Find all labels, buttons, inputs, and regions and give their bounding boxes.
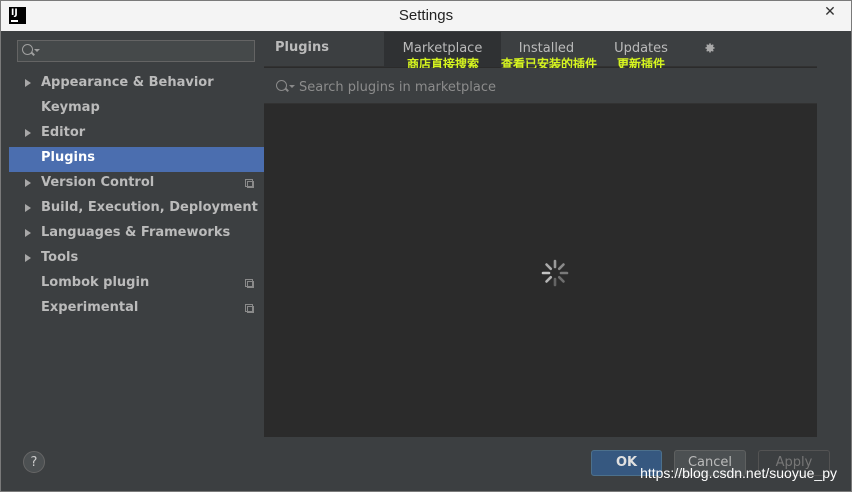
watermark-url: https://blog.csdn.net/suoyue_py	[640, 465, 837, 481]
sidebar-item-experimental[interactable]: Experimental	[9, 297, 264, 322]
plugin-search-input[interactable]	[297, 76, 801, 98]
sidebar-item-keymap[interactable]: Keymap	[9, 97, 264, 122]
page-title: Plugins	[275, 40, 329, 55]
gear-icon[interactable]	[704, 42, 716, 54]
expand-arrow-icon[interactable]	[25, 229, 31, 237]
tab-label: Marketplace	[402, 41, 483, 56]
expand-arrow-icon[interactable]	[25, 129, 31, 137]
sidebar-item-label: Plugins	[41, 150, 95, 165]
sidebar-item-appearance-behavior[interactable]: Appearance & Behavior	[9, 72, 264, 97]
sidebar-item-languages-frameworks[interactable]: Languages & Frameworks	[9, 222, 264, 247]
loading-spinner-icon	[541, 259, 569, 287]
title-bar: IJ Settings ✕	[1, 1, 851, 31]
project-settings-icon	[245, 179, 254, 188]
expand-arrow-icon[interactable]	[25, 254, 31, 262]
sidebar-item-version-control[interactable]: Version Control	[9, 172, 264, 197]
sidebar-item-tools[interactable]: Tools	[9, 247, 264, 272]
tab-label: Installed	[518, 41, 575, 56]
search-icon	[276, 80, 287, 91]
sidebar-item-label: Lombok plugin	[41, 275, 150, 290]
search-icon	[22, 44, 33, 55]
dialog-footer: ? OK Cancel Apply https://blog.csdn.net/…	[9, 437, 845, 487]
expand-arrow-icon[interactable]	[25, 179, 31, 187]
plugins-panel: Plugins Marketplace Installed Updates 商店…	[264, 32, 817, 437]
sidebar-item-label: Version Control	[41, 175, 155, 190]
sidebar-item-label: Languages & Frameworks	[41, 225, 231, 240]
sidebar-item-lombok-plugin[interactable]: Lombok plugin	[9, 272, 264, 297]
expand-arrow-icon[interactable]	[25, 79, 31, 87]
tab-label: Updates	[614, 41, 668, 56]
sidebar-item-label: Appearance & Behavior	[41, 75, 214, 90]
sidebar-item-label: Experimental	[41, 300, 139, 315]
settings-window: IJ Settings ✕ Appearance & Behavior Keym…	[0, 0, 852, 492]
sidebar-item-editor[interactable]: Editor	[9, 122, 264, 147]
sidebar-item-label: Tools	[41, 250, 79, 265]
settings-sidebar: Appearance & Behavior Keymap Editor Plug…	[9, 32, 264, 437]
settings-search-input[interactable]	[17, 40, 255, 62]
sidebar-item-label: Keymap	[41, 100, 100, 115]
project-settings-icon	[245, 279, 254, 288]
sidebar-item-label: Build, Execution, Deployment	[41, 200, 258, 215]
project-settings-icon	[245, 304, 254, 313]
plugins-header: Plugins Marketplace Installed Updates 商店…	[264, 32, 817, 71]
settings-tree: Appearance & Behavior Keymap Editor Plug…	[9, 72, 264, 322]
help-button[interactable]: ?	[23, 451, 45, 473]
expand-arrow-icon[interactable]	[25, 204, 31, 212]
window-title: Settings	[398, 7, 454, 24]
sidebar-item-build-execution-deployment[interactable]: Build, Execution, Deployment	[9, 197, 264, 222]
plugin-search-bar	[264, 68, 817, 104]
close-button[interactable]: ✕	[815, 3, 845, 21]
search-options-dropdown-icon[interactable]	[289, 85, 295, 88]
sidebar-item-label: Editor	[41, 125, 86, 140]
sidebar-item-plugins[interactable]: Plugins	[9, 147, 264, 172]
search-history-dropdown-icon[interactable]	[34, 49, 40, 52]
